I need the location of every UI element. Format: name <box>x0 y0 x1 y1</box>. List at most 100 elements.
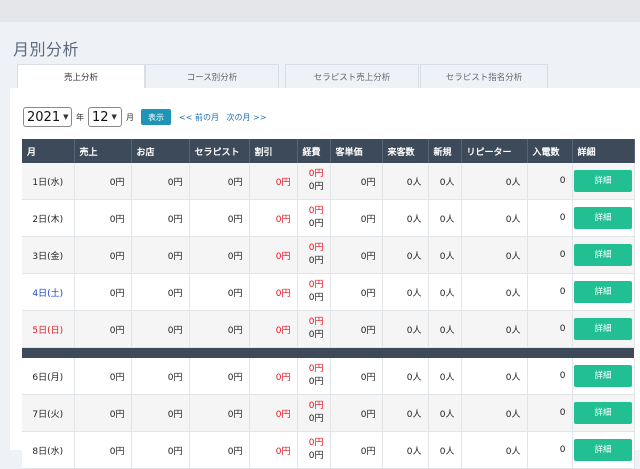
sales-cell: 0円 <box>74 358 132 395</box>
table-row: 4日(土) 0円 0円 0円 0円 0円 0円 0円 0人 0人 0人 0 詳細 <box>22 273 635 311</box>
unit-price-cell: 0円 <box>330 199 383 237</box>
column-header: 月 <box>22 139 75 163</box>
unit-price-cell: 0円 <box>330 236 383 274</box>
unit-price-cell: 0円 <box>330 431 383 469</box>
table-row: 7日(火) 0円 0円 0円 0円 0円 0円 0円 0人 0人 0人 0 詳細 <box>22 394 635 432</box>
detail-button[interactable]: 詳細 <box>574 402 632 424</box>
visitors-cell: 0人 <box>382 199 429 237</box>
expense-value: 0円 <box>308 414 324 424</box>
repeat-cell: 0人 <box>461 310 528 348</box>
new-cell: 0人 <box>428 163 462 200</box>
show-button[interactable]: 表示 <box>141 109 171 125</box>
expense-value: 0円 <box>308 256 324 266</box>
tab-therapist-sales-analysis[interactable]: セラピスト売上分析 <box>285 64 419 88</box>
repeat-cell: 0人 <box>461 394 528 432</box>
table-row: 6日(月) 0円 0円 0円 0円 0円 0円 0円 0人 0人 0人 0 詳細 <box>22 358 635 395</box>
unit-price-cell: 0円 <box>330 273 383 311</box>
year-value: 2021 <box>27 109 61 125</box>
discount-cell: 0円 <box>249 310 298 348</box>
tab-therapist-nomination-analysis[interactable]: セラピスト指名分析 <box>420 64 548 88</box>
expense-value: 0円 <box>308 293 324 303</box>
calls-cell: 0 <box>527 358 573 395</box>
detail-button[interactable]: 詳細 <box>574 365 632 387</box>
detail-button[interactable]: 詳細 <box>574 439 632 461</box>
new-cell: 0人 <box>428 431 462 469</box>
visitors-cell: 0人 <box>382 431 429 469</box>
day-cell: 2日(木) <box>22 199 75 237</box>
separator-cell <box>22 347 634 358</box>
detail-button[interactable]: 詳細 <box>574 281 632 303</box>
sales-cell: 0円 <box>74 273 132 311</box>
tab-sales-analysis[interactable]: 売上分析 <box>17 64 145 89</box>
shop-cell: 0円 <box>131 358 190 395</box>
repeat-cell: 0人 <box>461 163 528 200</box>
sales-cell: 0円 <box>74 236 132 274</box>
expense-cell: 0円 0円 <box>297 394 331 432</box>
expense-value: 0円 <box>308 317 324 327</box>
visitors-cell: 0人 <box>382 358 429 395</box>
shop-cell: 0円 <box>131 431 190 469</box>
therapist-cell: 0円 <box>189 163 250 200</box>
chevron-down-icon: ▼ <box>63 113 69 121</box>
sales-cell: 0円 <box>74 310 132 348</box>
detail-cell: 詳細 <box>572 358 635 395</box>
tab-course-analysis[interactable]: コース別分析 <box>145 64 279 88</box>
discount-cell: 0円 <box>249 358 298 395</box>
day-cell: 7日(火) <box>22 394 75 432</box>
discount-cell: 0円 <box>249 236 298 274</box>
expense-cell: 0円 0円 <box>297 273 331 311</box>
visitors-cell: 0人 <box>382 163 429 200</box>
visitors-cell: 0人 <box>382 394 429 432</box>
day-cell: 8日(水) <box>22 431 75 469</box>
repeat-cell: 0人 <box>461 431 528 469</box>
table-row: 5日(日) 0円 0円 0円 0円 0円 0円 0円 0人 0人 0人 0 詳細 <box>22 310 635 348</box>
detail-cell: 詳細 <box>572 273 635 311</box>
visitors-cell: 0人 <box>382 236 429 274</box>
day-cell: 4日(土) <box>22 273 75 311</box>
expense-value: 0円 <box>308 377 324 387</box>
detail-button[interactable]: 詳細 <box>574 318 632 340</box>
column-header: 詳細 <box>572 139 635 163</box>
repeat-cell: 0人 <box>461 273 528 311</box>
expense-value: 0円 <box>308 438 324 448</box>
calls-cell: 0 <box>527 273 573 311</box>
detail-button[interactable]: 詳細 <box>574 207 632 229</box>
shop-cell: 0円 <box>131 394 190 432</box>
therapist-cell: 0円 <box>189 236 250 274</box>
year-unit-label: 年 <box>76 112 84 122</box>
detail-button[interactable]: 詳細 <box>574 170 632 192</box>
column-header: 割引 <box>249 139 298 163</box>
sales-cell: 0円 <box>74 431 132 469</box>
discount-cell: 0円 <box>249 273 298 311</box>
month-select[interactable]: 12 ▼ <box>88 107 122 127</box>
discount-cell: 0円 <box>249 163 298 200</box>
repeat-cell: 0人 <box>461 236 528 274</box>
column-header: 売上 <box>74 139 132 163</box>
unit-price-cell: 0円 <box>330 358 383 395</box>
column-header: 新規 <box>428 139 462 163</box>
therapist-cell: 0円 <box>189 310 250 348</box>
next-month-link[interactable]: 次の月 >> <box>227 113 267 122</box>
top-bar <box>0 0 640 22</box>
month-unit-label: 月 <box>126 112 134 122</box>
detail-button[interactable]: 詳細 <box>574 244 632 266</box>
unit-price-cell: 0円 <box>330 394 383 432</box>
expense-value: 0円 <box>308 182 324 192</box>
therapist-cell: 0円 <box>189 199 250 237</box>
day-cell: 1日(水) <box>22 163 75 200</box>
chevron-down-icon: ▼ <box>111 113 117 121</box>
expense-value: 0円 <box>308 169 324 179</box>
visitors-cell: 0人 <box>382 310 429 348</box>
new-cell: 0人 <box>428 394 462 432</box>
date-controls: 2021 ▼ 年 12 ▼ 月 表示 << 前の月 次の月 >> <box>23 106 266 128</box>
discount-cell: 0円 <box>249 431 298 469</box>
detail-cell: 詳細 <box>572 431 635 469</box>
therapist-cell: 0円 <box>189 358 250 395</box>
column-header: 経費 <box>297 139 331 163</box>
new-cell: 0人 <box>428 199 462 237</box>
prev-month-link[interactable]: << 前の月 <box>179 113 219 122</box>
calls-cell: 0 <box>527 431 573 469</box>
discount-cell: 0円 <box>249 199 298 237</box>
year-select[interactable]: 2021 ▼ <box>23 107 72 127</box>
table-row: 2日(木) 0円 0円 0円 0円 0円 0円 0円 0人 0人 0人 0 詳細 <box>22 199 635 237</box>
